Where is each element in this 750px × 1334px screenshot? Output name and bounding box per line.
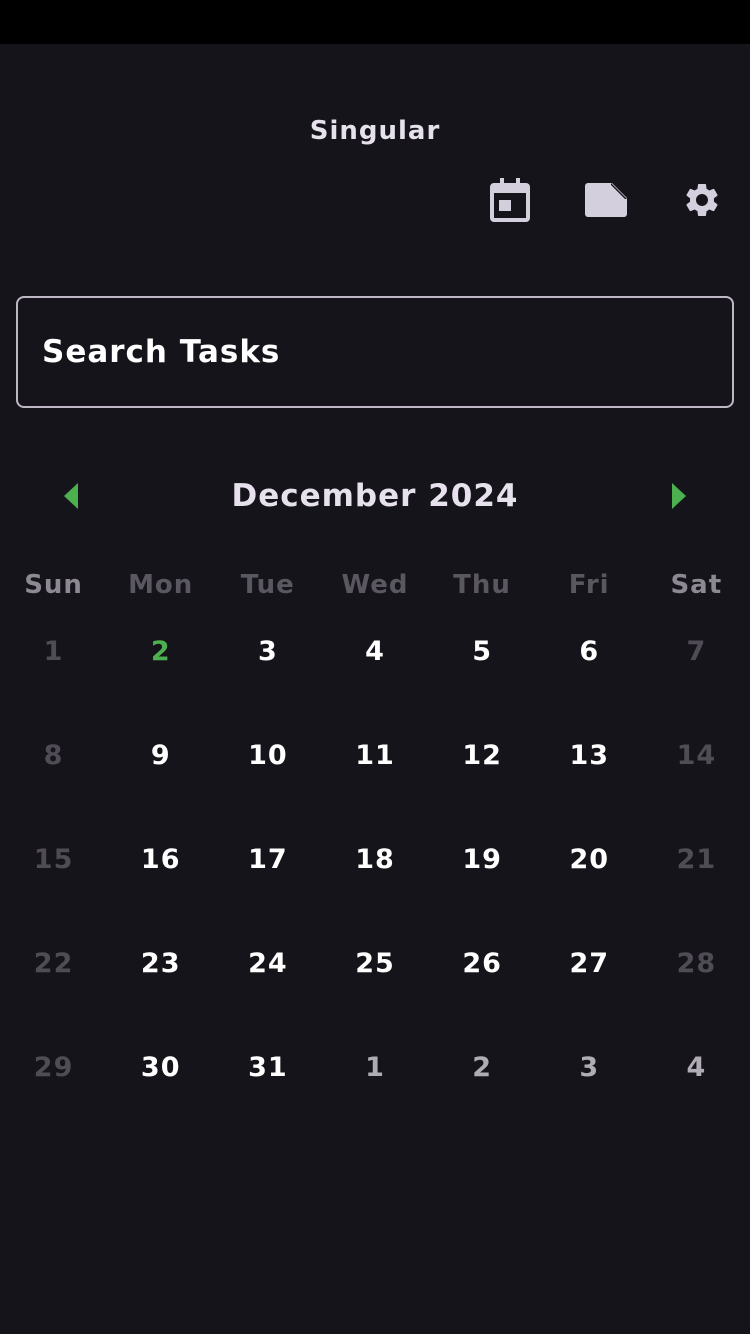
calendar-day-today[interactable]: 2 [107, 620, 214, 724]
calendar-day[interactable]: 24 [214, 932, 321, 1036]
weekday-label: Tue [240, 570, 295, 600]
calendar-day[interactable]: 29 [0, 1036, 107, 1140]
weekday-header: Sun Mon Tue Wed Thu Fri Sat [0, 570, 750, 606]
calendar-day[interactable]: 12 [429, 724, 536, 828]
calendar-day[interactable]: 6 [536, 620, 643, 724]
weekday-label: Mon [128, 570, 194, 600]
calendar-day[interactable]: 26 [429, 932, 536, 1036]
weekday-label: Fri [568, 570, 610, 600]
weekday-label: Thu [453, 570, 511, 600]
calendar-day[interactable]: 3 [214, 620, 321, 724]
weekday-label: Sat [670, 570, 723, 600]
calendar-day-next-month[interactable]: 1 [321, 1036, 428, 1140]
calendar-day[interactable]: 1 [0, 620, 107, 724]
calendar-grid: 1 2 3 4 5 6 7 8 9 10 11 12 13 14 15 16 1… [0, 620, 750, 1140]
calendar-day[interactable]: 21 [643, 828, 750, 932]
calendar-day[interactable]: 20 [536, 828, 643, 932]
calendar-day[interactable]: 11 [321, 724, 428, 828]
calendar-day[interactable]: 9 [107, 724, 214, 828]
calendar-day[interactable]: 27 [536, 932, 643, 1036]
status-bar [0, 0, 750, 44]
calendar-day[interactable]: 30 [107, 1036, 214, 1140]
weekday-label: Wed [341, 570, 409, 600]
calendar-day[interactable]: 16 [107, 828, 214, 932]
search-input[interactable]: Search Tasks [16, 296, 734, 408]
calendar-day[interactable]: 23 [107, 932, 214, 1036]
calendar-day[interactable]: 10 [214, 724, 321, 828]
calendar-day[interactable]: 7 [643, 620, 750, 724]
calendar-day[interactable]: 5 [429, 620, 536, 724]
note-icon[interactable] [582, 176, 630, 224]
calendar-day[interactable]: 22 [0, 932, 107, 1036]
weekday-label: Sun [24, 570, 83, 600]
calendar-day-next-month[interactable]: 3 [536, 1036, 643, 1140]
calendar-day[interactable]: 13 [536, 724, 643, 828]
calendar-day[interactable]: 14 [643, 724, 750, 828]
calendar-day[interactable]: 4 [321, 620, 428, 724]
calendar-day[interactable]: 19 [429, 828, 536, 932]
calendar-day-next-month[interactable]: 2 [429, 1036, 536, 1140]
app-title: Singular [309, 116, 441, 146]
calendar-day[interactable]: 18 [321, 828, 428, 932]
month-title: December 2024 [231, 478, 519, 514]
chevron-right-icon[interactable] [657, 474, 701, 518]
calendar-day[interactable]: 28 [643, 932, 750, 1036]
calendar-day[interactable]: 8 [0, 724, 107, 828]
calendar-day[interactable]: 15 [0, 828, 107, 932]
calendar-day[interactable]: 25 [321, 932, 428, 1036]
calendar-day[interactable]: 17 [214, 828, 321, 932]
month-navigation: December 2024 [0, 470, 750, 522]
calendar-icon[interactable] [486, 176, 534, 224]
calendar-day[interactable]: 31 [214, 1036, 321, 1140]
gear-icon[interactable] [678, 176, 726, 224]
calendar-day-next-month[interactable]: 4 [643, 1036, 750, 1140]
